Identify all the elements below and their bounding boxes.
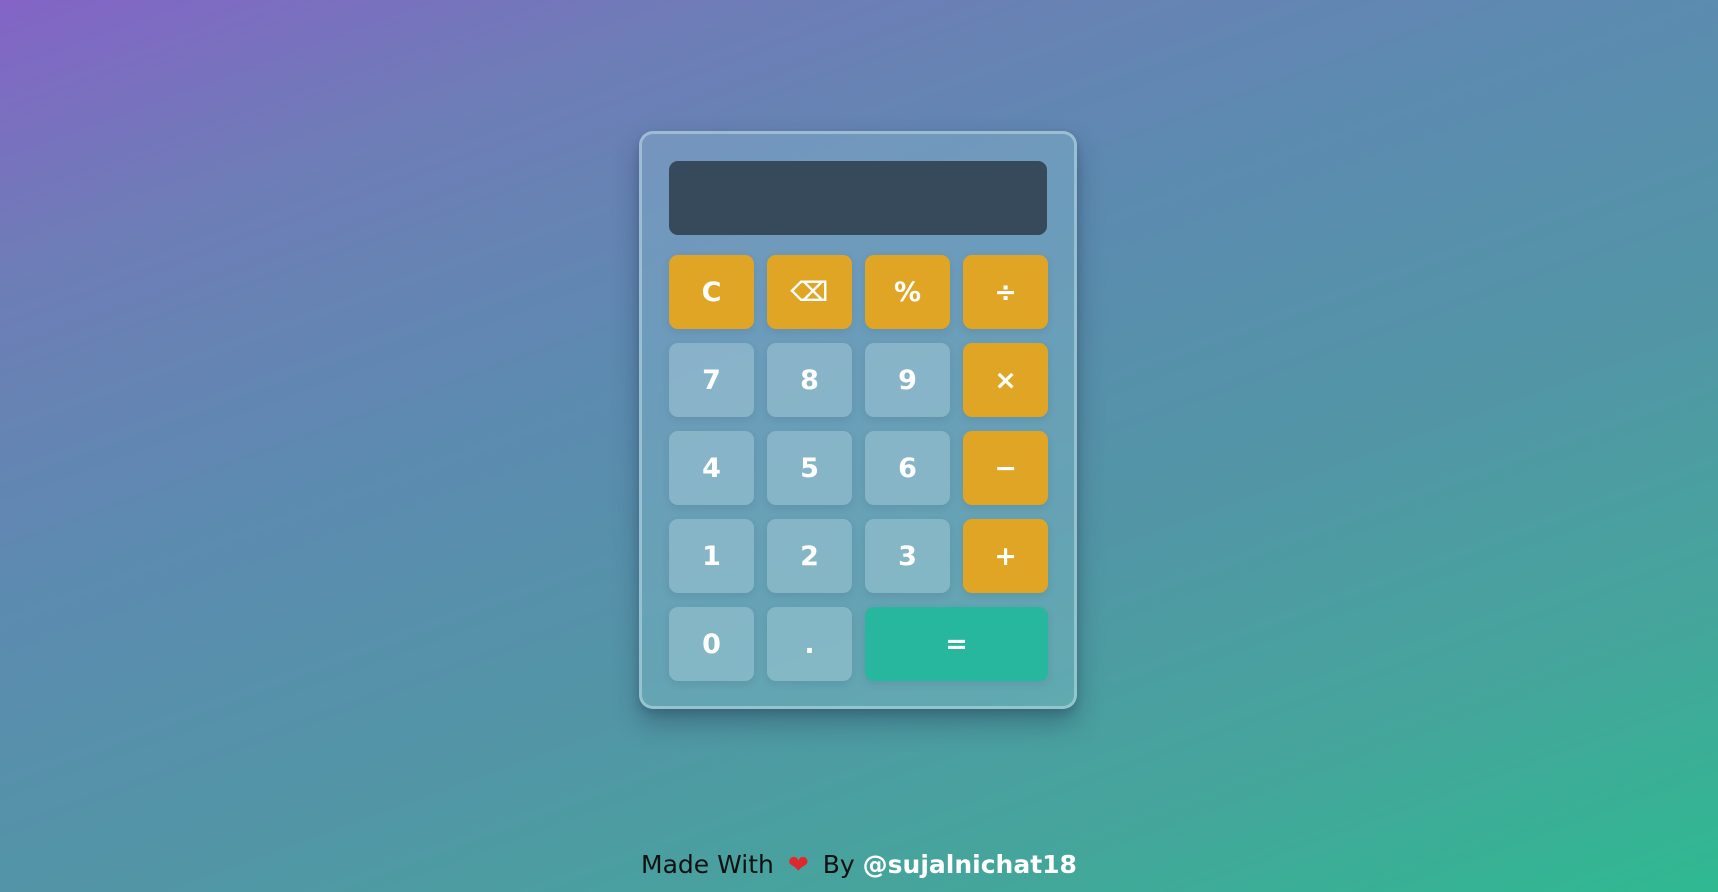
digit-4-button[interactable]: 4 <box>669 431 754 505</box>
multiply-button[interactable]: × <box>963 343 1048 417</box>
digit-8-button[interactable]: 8 <box>767 343 852 417</box>
divide-button[interactable]: ÷ <box>963 255 1048 329</box>
heart-icon: ❤ <box>787 850 809 879</box>
decimal-button[interactable]: . <box>767 607 852 681</box>
calculator-display <box>669 161 1047 235</box>
digit-5-button[interactable]: 5 <box>767 431 852 505</box>
digit-7-button[interactable]: 7 <box>669 343 754 417</box>
keypad: C ⌫ % ÷ 7 8 9 × 4 5 6 − 1 2 3 + 0 . = <box>669 255 1048 681</box>
add-button[interactable]: + <box>963 519 1048 593</box>
clear-button[interactable]: C <box>669 255 754 329</box>
digit-9-button[interactable]: 9 <box>865 343 950 417</box>
by-text: By <box>822 850 855 879</box>
digit-1-button[interactable]: 1 <box>669 519 754 593</box>
calculator: C ⌫ % ÷ 7 8 9 × 4 5 6 − 1 2 3 + 0 . = <box>639 131 1077 709</box>
backspace-button[interactable]: ⌫ <box>767 255 852 329</box>
percent-button[interactable]: % <box>865 255 950 329</box>
digit-2-button[interactable]: 2 <box>767 519 852 593</box>
made-with-text: Made With <box>641 850 774 879</box>
footer-credit: Made With ❤ By @sujalnichat18 <box>0 850 1718 879</box>
digit-6-button[interactable]: 6 <box>865 431 950 505</box>
subtract-button[interactable]: − <box>963 431 1048 505</box>
equals-button[interactable]: = <box>865 607 1048 681</box>
author-handle-link[interactable]: @sujalnichat18 <box>863 850 1077 879</box>
digit-0-button[interactable]: 0 <box>669 607 754 681</box>
digit-3-button[interactable]: 3 <box>865 519 950 593</box>
